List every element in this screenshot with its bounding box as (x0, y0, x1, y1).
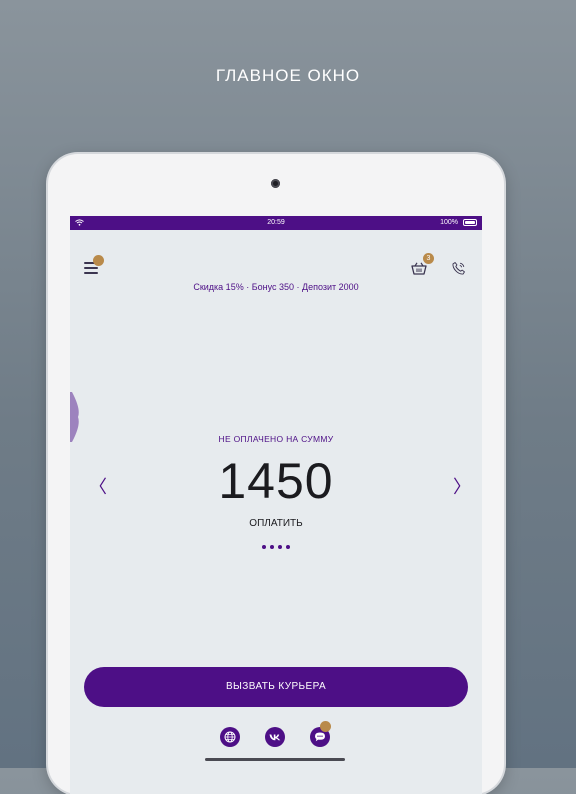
tablet-frame: 20:59 100% 3 Скидка 15% · Бонус 350 · Де… (48, 154, 504, 794)
call-courier-button[interactable]: ВЫЗВАТЬ КУРЬЕРА (84, 667, 468, 707)
camera (271, 179, 280, 188)
chat-icon (315, 732, 325, 742)
carousel-next-button[interactable]: 〉 (453, 473, 471, 499)
call-button[interactable] (451, 261, 467, 277)
home-indicator (205, 758, 345, 761)
app-screen: 20:59 100% 3 Скидка 15% · Бонус 350 · Де… (70, 216, 482, 794)
page-dot[interactable] (278, 545, 282, 549)
battery-icon (463, 219, 477, 226)
promo-title: ГЛАВНОЕ ОКНО (215, 66, 361, 85)
vk-icon (269, 734, 281, 741)
basket-count-badge: 3 (423, 253, 434, 264)
globe-icon (224, 731, 236, 743)
phone-icon (452, 262, 465, 275)
basket-button[interactable]: 3 (411, 253, 434, 276)
chat-notification-badge (320, 721, 331, 732)
website-button[interactable] (220, 727, 240, 747)
status-time: 20:59 (267, 219, 285, 226)
carousel-pagination (70, 536, 482, 554)
menu-button[interactable] (84, 255, 104, 274)
pay-button[interactable]: ОПЛАТИТЬ (70, 518, 482, 529)
page-dot[interactable] (262, 545, 266, 549)
basket-icon (411, 262, 427, 275)
vk-button[interactable] (265, 727, 285, 747)
page-dot[interactable] (270, 545, 274, 549)
hamburger-icon-line (84, 272, 98, 274)
hamburger-icon-line (84, 267, 98, 269)
chat-button[interactable] (310, 721, 331, 747)
battery-level: 100% (440, 219, 458, 226)
menu-notification-badge (93, 255, 104, 266)
carousel-prev-button[interactable]: 〈 (89, 473, 107, 499)
page-dot[interactable] (286, 545, 290, 549)
status-bar: 20:59 100% (70, 216, 482, 230)
unpaid-amount: 1450 (218, 453, 334, 509)
account-summary: Скидка 15% · Бонус 350 · Депозит 2000 (193, 282, 359, 292)
unpaid-label: НЕ ОПЛАЧЕНО НА СУММУ (218, 434, 334, 444)
